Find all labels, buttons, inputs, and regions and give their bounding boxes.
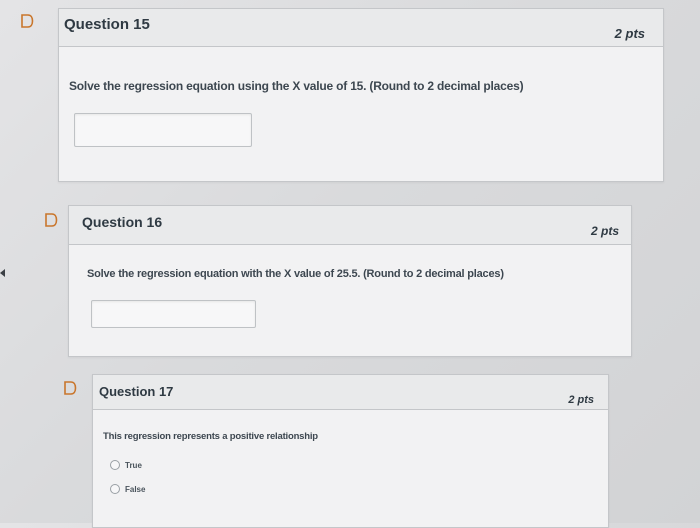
option-false[interactable]: False bbox=[110, 484, 145, 494]
question-title: Question 16 bbox=[82, 214, 163, 230]
option-label: False bbox=[125, 484, 146, 494]
bookmark-icon[interactable] bbox=[63, 381, 77, 395]
bookmark-icon[interactable] bbox=[44, 213, 58, 227]
question-text: Solve the regression equation using the … bbox=[69, 79, 524, 93]
radio-button[interactable] bbox=[110, 484, 120, 494]
radio-button[interactable] bbox=[110, 460, 120, 470]
question-points: 2 pts bbox=[568, 394, 594, 406]
question-text: Solve the regression equation with the X… bbox=[87, 268, 504, 280]
bookmark-icon[interactable] bbox=[20, 14, 34, 28]
answer-input[interactable] bbox=[91, 300, 256, 328]
answer-input[interactable] bbox=[74, 113, 252, 147]
previous-arrow-icon[interactable] bbox=[0, 264, 6, 277]
question-text: This regression represents a positive re… bbox=[103, 431, 318, 442]
question-title: Question 15 bbox=[64, 16, 150, 33]
question-card-15: Question 15 2 pts Solve the regression e… bbox=[58, 8, 664, 182]
question-title: Question 17 bbox=[99, 384, 174, 399]
question-points: 2 pts bbox=[614, 26, 645, 41]
question-points: 2 pts bbox=[590, 224, 619, 238]
question-card-16: Question 16 2 pts Solve the regression e… bbox=[68, 205, 632, 357]
option-true[interactable]: True bbox=[110, 460, 142, 470]
question-card-17: Question 17 2 pts This regression repres… bbox=[92, 374, 609, 528]
option-label: True bbox=[125, 460, 142, 470]
